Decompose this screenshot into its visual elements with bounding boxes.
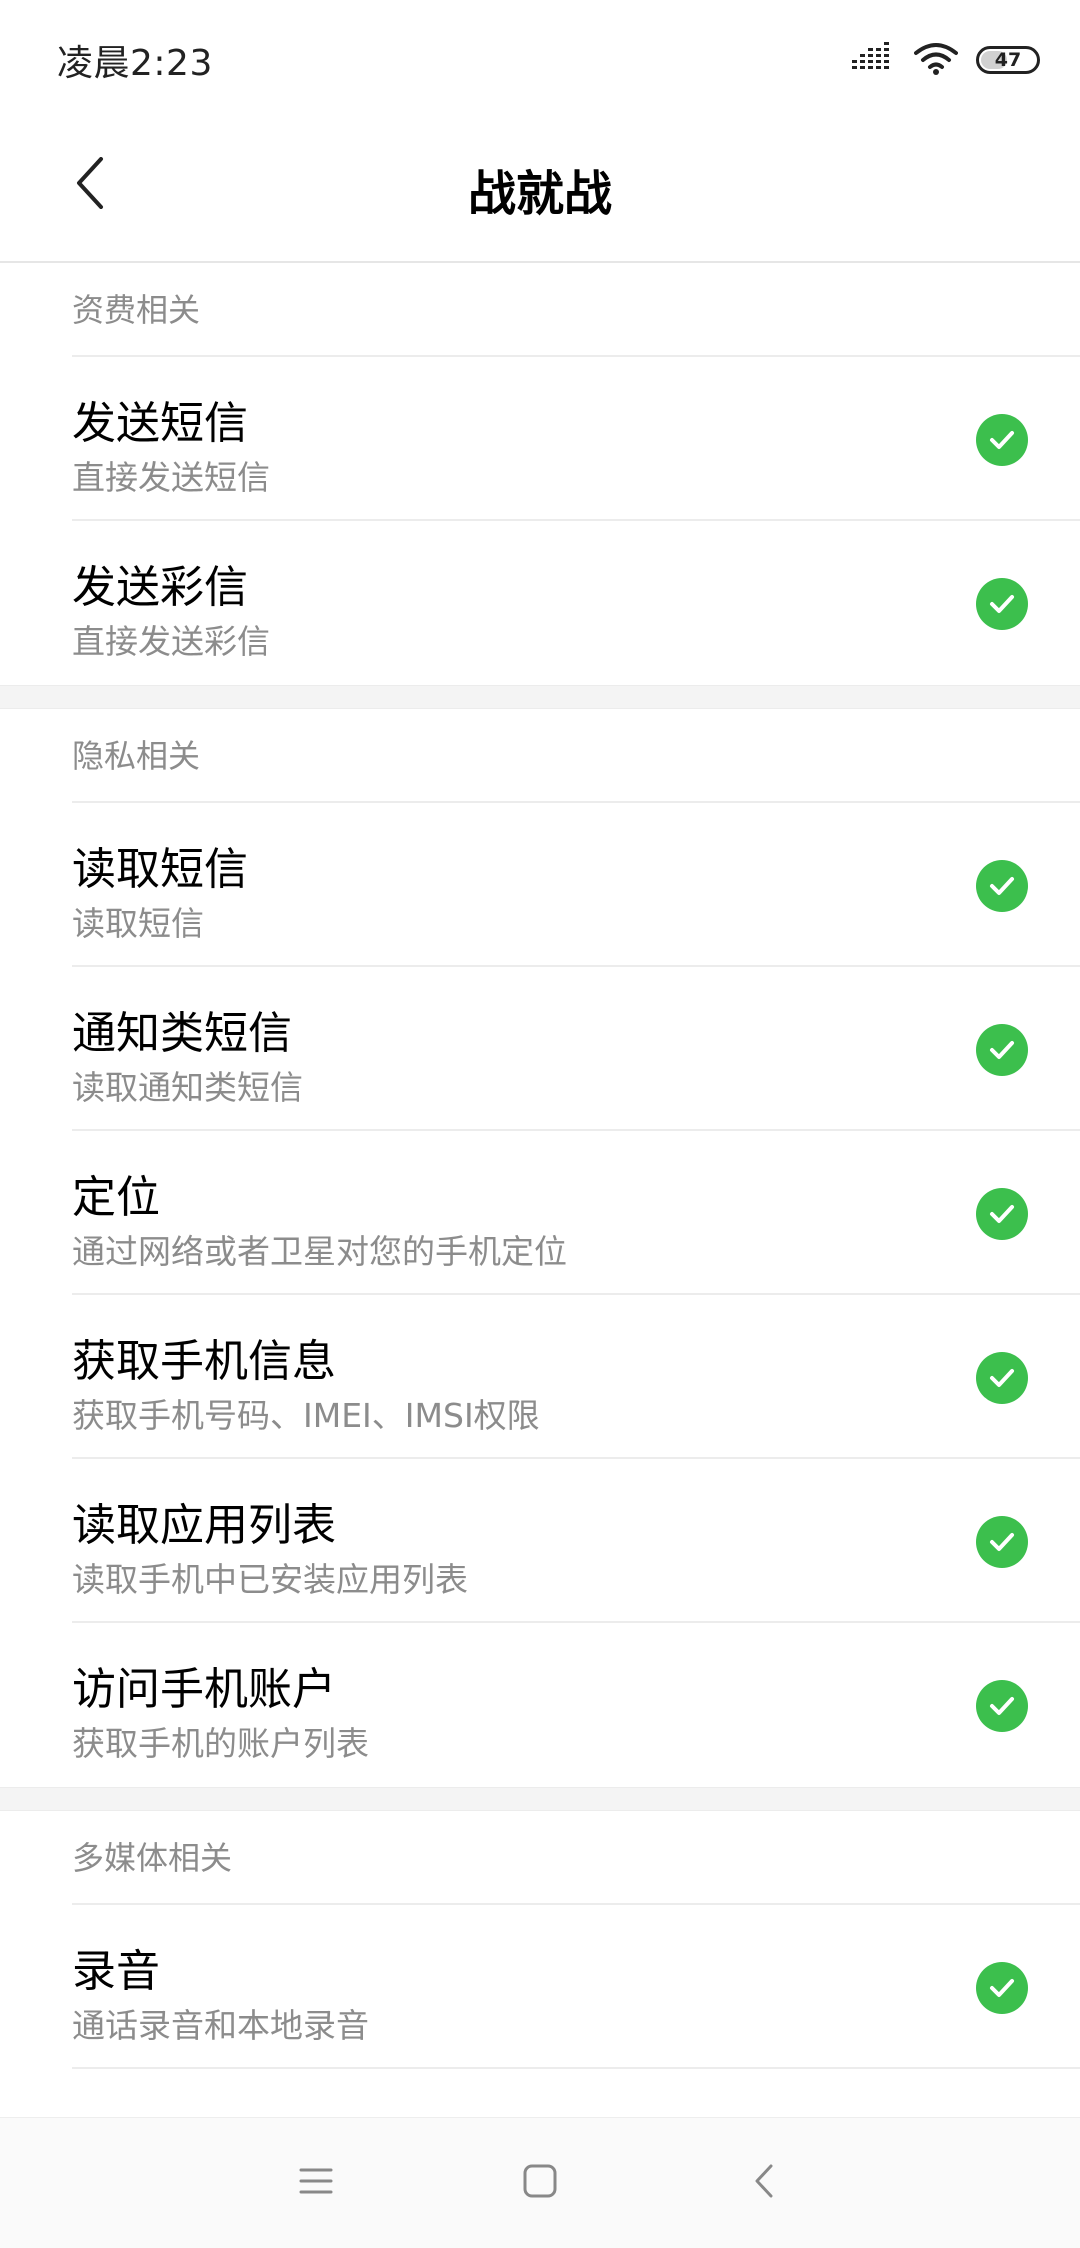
home-icon xyxy=(523,2164,557,2202)
check-icon[interactable] xyxy=(976,1680,1028,1732)
section-header-multimedia: 多媒体相关 xyxy=(72,1811,1080,1905)
status-icons: 47 xyxy=(852,41,1040,79)
wifi-icon xyxy=(914,41,958,79)
section-header-billing: 资费相关 xyxy=(72,263,1080,357)
permission-title: 录音 xyxy=(72,1946,160,1997)
permission-subtitle: 获取手机号码、IMEI、IMSI权限 xyxy=(72,1396,540,1435)
menu-button[interactable] xyxy=(284,2151,348,2215)
permission-subtitle: 获取手机的账户列表 xyxy=(72,1724,369,1763)
signal-icon xyxy=(852,42,896,78)
section-divider xyxy=(0,1787,1080,1811)
permission-row[interactable]: 获取手机信息 获取手机号码、IMEI、IMSI权限 xyxy=(72,1295,1080,1459)
nav-back-button[interactable] xyxy=(732,2151,796,2215)
check-icon[interactable] xyxy=(976,578,1028,630)
permission-title: 读取短信 xyxy=(72,844,248,895)
permission-title: 发送彩信 xyxy=(72,562,248,613)
home-button[interactable] xyxy=(508,2151,572,2215)
permission-title: 发送短信 xyxy=(72,398,248,449)
permission-row[interactable]: 读取应用列表 读取手机中已安装应用列表 xyxy=(72,1459,1080,1623)
check-icon[interactable] xyxy=(976,860,1028,912)
status-bar: 凌晨2:23 47 xyxy=(0,0,1080,120)
permission-row[interactable]: 访问手机账户 获取手机的账户列表 xyxy=(72,1623,1080,1787)
menu-icon xyxy=(299,2166,333,2200)
permission-row[interactable]: 通知类短信 读取通知类短信 xyxy=(72,967,1080,1131)
permission-row[interactable]: 读取短信 读取短信 xyxy=(72,803,1080,967)
permission-subtitle: 通过网络或者卫星对您的手机定位 xyxy=(72,1232,567,1271)
permission-subtitle: 读取短信 xyxy=(72,904,204,943)
battery-level: 47 xyxy=(994,49,1022,71)
check-icon[interactable] xyxy=(976,414,1028,466)
permission-list[interactable]: 资费相关 发送短信 直接发送短信 发送彩信 直接发送彩信 隐私相关 读取短信 读… xyxy=(0,263,1080,2129)
battery-icon: 47 xyxy=(976,46,1040,74)
check-icon[interactable] xyxy=(976,1188,1028,1240)
permission-title: 访问手机账户 xyxy=(72,1664,336,1715)
back-icon xyxy=(753,2163,775,2203)
check-icon[interactable] xyxy=(976,1962,1028,2014)
page-title: 战就战 xyxy=(467,166,612,222)
section-header-privacy: 隐私相关 xyxy=(72,709,1080,803)
permission-row[interactable]: 录音 通话录音和本地录音 xyxy=(72,1905,1080,2069)
permission-title: 定位 xyxy=(72,1172,160,1223)
permission-row[interactable]: 定位 通过网络或者卫星对您的手机定位 xyxy=(72,1131,1080,1295)
system-nav-bar xyxy=(0,2117,1080,2248)
check-icon[interactable] xyxy=(976,1516,1028,1568)
permission-subtitle: 直接发送短信 xyxy=(72,458,270,497)
permission-title: 读取应用列表 xyxy=(72,1500,336,1551)
permission-subtitle: 直接发送彩信 xyxy=(72,622,270,661)
section-divider xyxy=(0,685,1080,709)
permission-row[interactable]: 发送短信 直接发送短信 xyxy=(72,357,1080,521)
status-time: 凌晨2:23 xyxy=(57,43,213,84)
permission-title: 获取手机信息 xyxy=(72,1336,336,1387)
permission-subtitle: 读取手机中已安装应用列表 xyxy=(72,1560,468,1599)
permission-row[interactable]: 发送彩信 直接发送彩信 xyxy=(72,521,1080,685)
check-icon[interactable] xyxy=(976,1352,1028,1404)
permission-subtitle: 通话录音和本地录音 xyxy=(72,2006,369,2045)
app-header: 战就战 xyxy=(0,120,1080,263)
permission-title: 通知类短信 xyxy=(72,1008,292,1059)
check-icon[interactable] xyxy=(976,1024,1028,1076)
permission-subtitle: 读取通知类短信 xyxy=(72,1068,303,1107)
